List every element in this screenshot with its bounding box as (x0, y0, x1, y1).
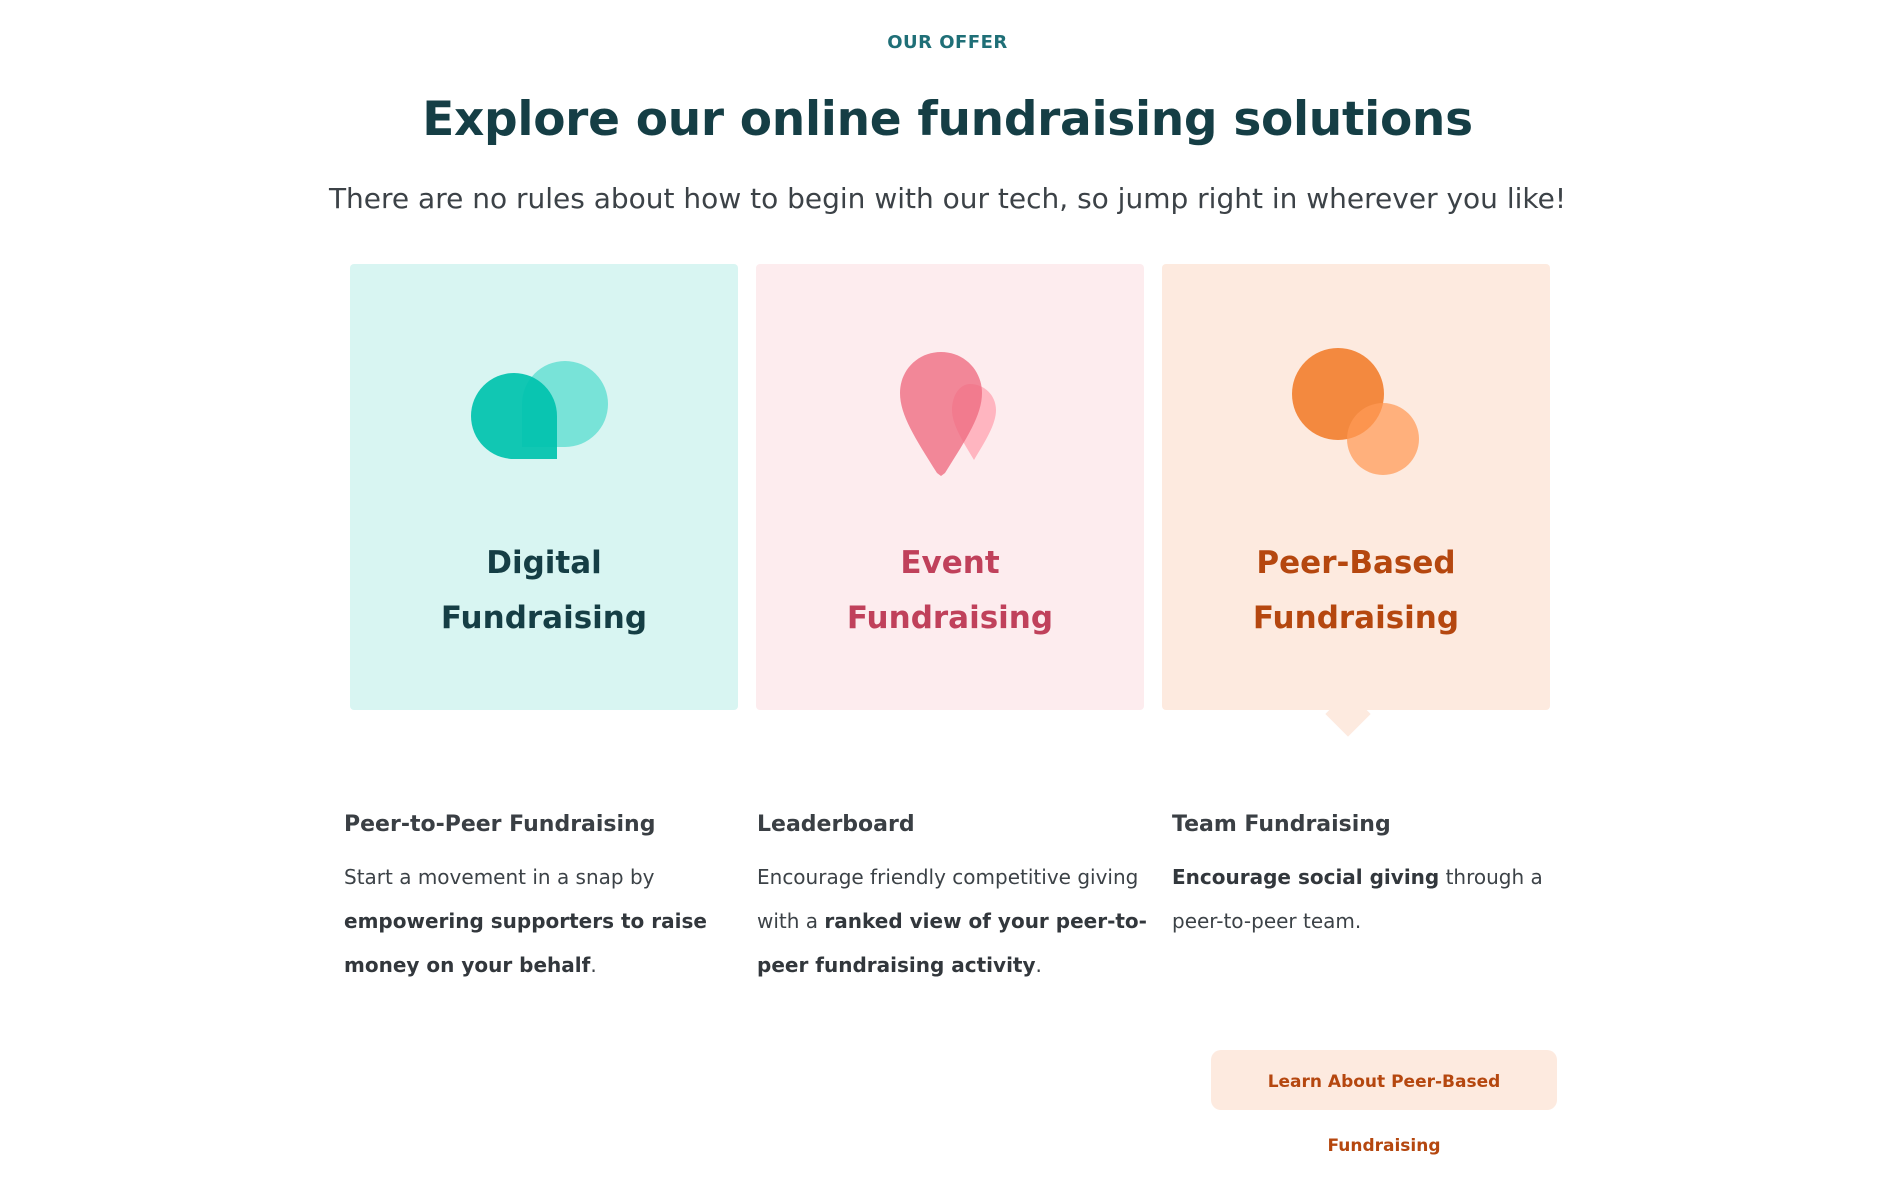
card-label: Peer-Based Fundraising (1182, 536, 1530, 646)
card-label-line1: Peer-Based (1256, 545, 1456, 581)
feature-description: Encourage social giving through a peer-t… (1172, 855, 1562, 943)
feature-text: . (1035, 953, 1042, 977)
feature-text-bold: empowering supporters to raise money on … (344, 909, 707, 977)
card-label-line2: Fundraising (440, 600, 648, 636)
section-subtitle: There are no rules about how to begin wi… (328, 182, 1567, 215)
card-label-line1: Digital (486, 545, 602, 581)
feature-text: Start a movement in a snap by (344, 865, 655, 889)
feature-peer-to-peer: Peer-to-Peer Fundraising Start a movemen… (344, 812, 734, 987)
map-pins-icon (756, 344, 1144, 484)
card-label: Digital Fundraising (370, 536, 718, 646)
chat-bubbles-icon (350, 344, 738, 484)
card-peer-based-fundraising[interactable]: Peer-Based Fundraising (1162, 264, 1550, 710)
feature-text: . (590, 953, 597, 977)
feature-text-bold: Encourage social giving (1172, 865, 1440, 889)
feature-description: Encourage friendly competitive giving wi… (757, 855, 1147, 987)
section-title: Explore our online fundraising solutions (422, 92, 1473, 147)
section-eyebrow: OUR OFFER (887, 32, 1008, 53)
overlapping-circles-icon (1162, 344, 1550, 484)
card-digital-fundraising[interactable]: Digital Fundraising (350, 264, 738, 710)
card-label: Event Fundraising (776, 536, 1124, 646)
learn-more-button[interactable]: Learn About Peer-Based Fundraising (1211, 1050, 1557, 1156)
feature-leaderboard: Leaderboard Encourage friendly competiti… (757, 812, 1147, 987)
card-label-line2: Fundraising (1252, 600, 1460, 636)
feature-team-fundraising: Team Fundraising Encourage social giving… (1172, 812, 1562, 943)
card-label-line1: Event (900, 545, 1000, 581)
card-event-fundraising[interactable]: Event Fundraising (756, 264, 1144, 710)
feature-title: Leaderboard (757, 812, 915, 837)
feature-description: Start a movement in a snap by empowering… (344, 855, 734, 987)
feature-title: Peer-to-Peer Fundraising (344, 812, 656, 837)
card-label-line2: Fundraising (846, 600, 1054, 636)
feature-title: Team Fundraising (1172, 812, 1391, 837)
